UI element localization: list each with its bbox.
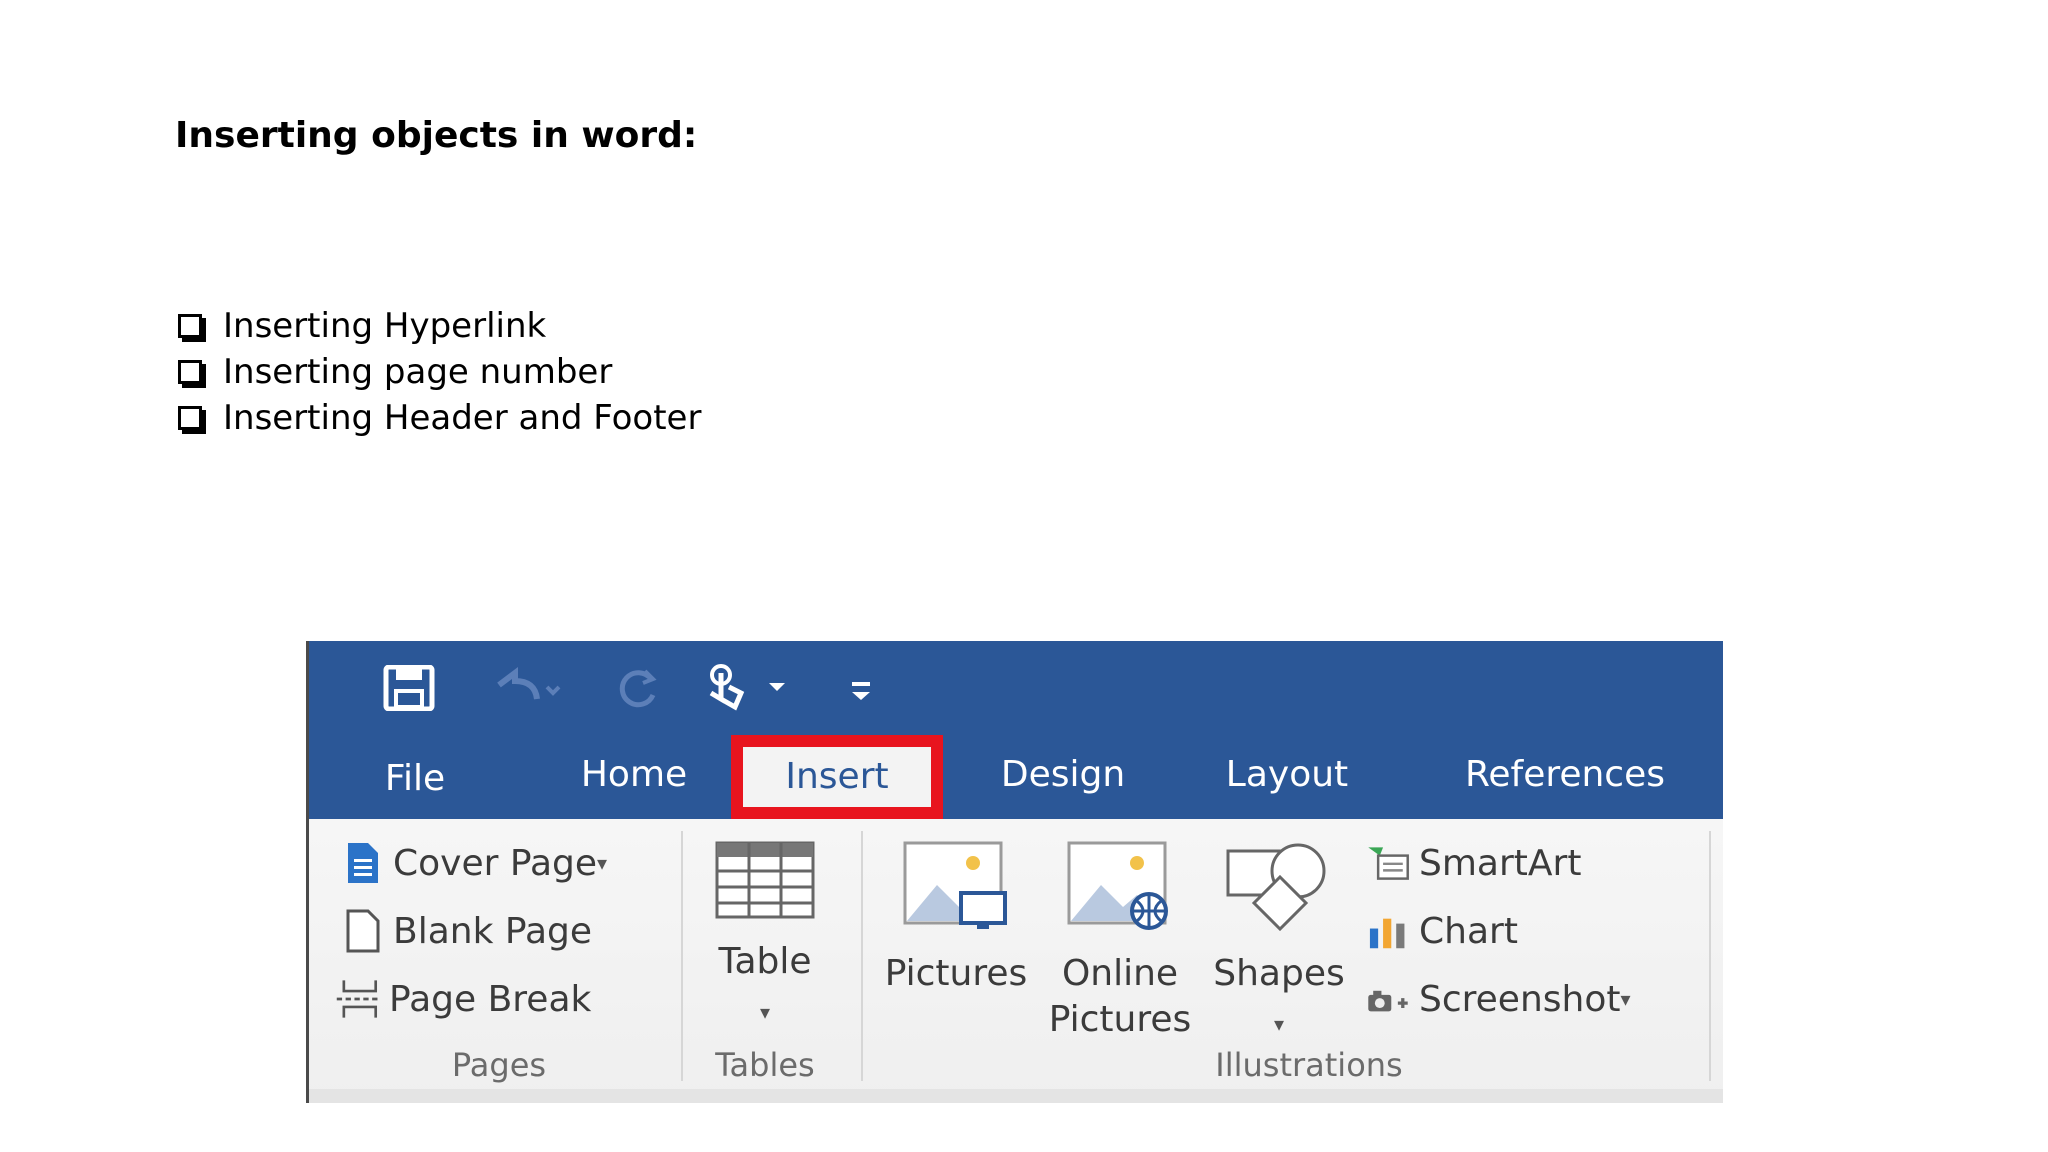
tab-file[interactable]: File <box>375 753 455 805</box>
touch-mode-icon[interactable] <box>701 663 791 713</box>
pictures-icon <box>881 841 1031 943</box>
illustrations-group-label: Illustrations <box>1215 1046 1403 1084</box>
ribbon-bottom-edge <box>309 1089 1723 1103</box>
redo-icon[interactable] <box>609 663 665 713</box>
online-pictures-label-line1: Online <box>1061 953 1179 994</box>
group-divider <box>861 831 863 1081</box>
bullet-list: Inserting Hyperlink Inserting page numbe… <box>175 303 701 441</box>
blank-page-button[interactable]: Blank Page <box>339 905 592 957</box>
bullet-text: Inserting page number <box>223 352 613 392</box>
group-divider <box>1709 831 1711 1081</box>
chart-button[interactable]: Chart <box>1365 905 1518 957</box>
shapes-icon <box>1209 841 1349 943</box>
dropdown-arrow-icon: ▾ <box>597 851 608 875</box>
bullet-item: Inserting Hyperlink <box>175 303 701 349</box>
cover-page-icon <box>339 840 385 886</box>
page-break-button[interactable]: Page Break <box>335 973 591 1025</box>
pictures-label: Pictures <box>884 953 1028 994</box>
screenshot-label: Screenshot <box>1419 978 1621 1020</box>
online-pictures-label-line2: Pictures <box>1048 999 1192 1040</box>
shapes-button[interactable]: Shapes ▾ <box>1209 841 1349 1047</box>
bullet-text: Inserting Hyperlink <box>223 306 547 346</box>
chart-label: Chart <box>1419 910 1518 952</box>
tab-insert[interactable]: Insert <box>731 735 943 819</box>
table-button[interactable]: Table ▾ <box>705 841 825 1035</box>
checkbox-bullet-icon <box>178 406 202 430</box>
word-ribbon-screenshot: File Home Insert Design Layout Reference… <box>306 641 1723 1103</box>
screenshot-button[interactable]: Screenshot ▾ <box>1365 973 1631 1025</box>
bullet-item: Inserting Header and Footer <box>175 395 701 441</box>
page-break-label: Page Break <box>389 978 592 1020</box>
blank-page-icon <box>339 908 385 954</box>
bullet-text: Inserting Header and Footer <box>223 398 702 438</box>
cover-page-label: Cover Page <box>393 842 598 884</box>
pictures-button[interactable]: Pictures <box>881 841 1031 997</box>
tab-layout[interactable]: Layout <box>1217 749 1357 801</box>
tab-references[interactable]: References <box>1455 749 1675 801</box>
save-icon[interactable] <box>381 663 437 713</box>
checkbox-bullet-icon <box>178 360 202 384</box>
online-pictures-icon <box>1045 841 1195 943</box>
online-pictures-button[interactable]: Online Pictures <box>1045 841 1195 1043</box>
table-label: Table <box>718 941 812 982</box>
group-divider <box>681 831 683 1081</box>
smartart-icon <box>1365 840 1411 886</box>
tab-home[interactable]: Home <box>569 749 699 801</box>
page-break-icon <box>335 976 381 1022</box>
shapes-label: Shapes <box>1213 953 1345 994</box>
tab-design[interactable]: Design <box>993 749 1133 801</box>
smartart-label: SmartArt <box>1419 842 1582 884</box>
pages-group-label: Pages <box>451 1046 547 1084</box>
camera-icon <box>1365 976 1411 1022</box>
cover-page-button[interactable]: Cover Page ▾ <box>339 837 607 889</box>
undo-icon[interactable] <box>485 663 565 713</box>
slide-title: Inserting objects in word: <box>175 115 698 156</box>
chart-icon <box>1365 908 1411 954</box>
dropdown-arrow-icon: ▾ <box>1620 987 1631 1011</box>
table-icon <box>705 841 825 931</box>
checkbox-bullet-icon <box>178 314 202 338</box>
dropdown-arrow-icon: ▾ <box>1273 1012 1285 1036</box>
dropdown-arrow-icon: ▾ <box>759 1000 771 1024</box>
smartart-button[interactable]: SmartArt <box>1365 837 1581 889</box>
bullet-item: Inserting page number <box>175 349 701 395</box>
blank-page-label: Blank Page <box>393 910 593 952</box>
tables-group-label: Tables <box>715 1046 815 1084</box>
customize-toolbar-icon[interactable] <box>841 663 881 713</box>
